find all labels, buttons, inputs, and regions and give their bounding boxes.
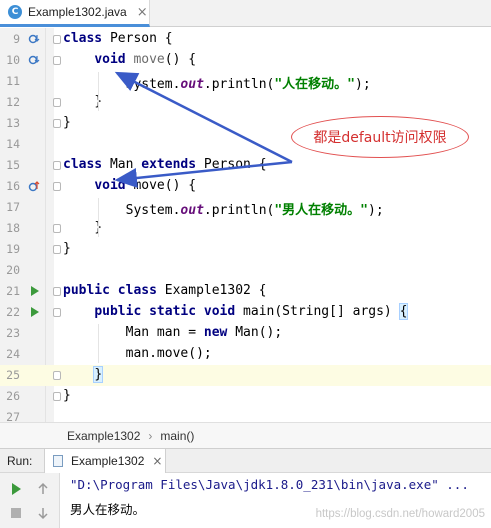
close-run-tab-icon[interactable]: × — [152, 454, 162, 468]
scroll-up-icon[interactable] — [36, 482, 50, 500]
arrow-to-man-move — [114, 160, 293, 188]
console-toolbar — [0, 473, 60, 528]
editor-tab-bar: C Example1302.java × — [0, 0, 491, 27]
tab-label: Example1302.java — [28, 5, 127, 19]
close-tab-icon[interactable]: × — [137, 5, 148, 20]
run-tab-label: Example1302 — [71, 454, 145, 468]
console-output-line: 男人在移动。 — [70, 502, 146, 517]
arrow-to-person-move — [114, 71, 293, 164]
watermark: https://blog.csdn.net/howard2005 — [315, 508, 485, 520]
console-command-line: "D:\Program Files\Java\jdk1.8.0_231\bin\… — [70, 477, 469, 492]
run-tool-window-header: Run: Example1302 × — [0, 448, 491, 473]
run-label: Run: — [7, 454, 33, 468]
breadcrumb-separator: › — [148, 428, 153, 443]
run-tab-example1302[interactable]: Example1302 × — [44, 449, 166, 473]
callout-text: 都是default访问权限 — [313, 130, 447, 146]
tab-example1302-java[interactable]: C Example1302.java × — [0, 0, 150, 27]
annotation-callout: 都是default访问权限 — [291, 116, 469, 158]
run-console[interactable]: "D:\Program Files\Java\jdk1.8.0_231\bin\… — [0, 473, 491, 528]
run-config-icon — [53, 455, 63, 467]
breadcrumb-item-method[interactable]: main() — [160, 429, 194, 443]
annotation-arrows — [114, 71, 293, 188]
scroll-down-icon[interactable] — [36, 506, 50, 524]
breadcrumb-item-class[interactable]: Example1302 — [67, 429, 140, 443]
java-class-icon: C — [8, 5, 22, 19]
code-editor[interactable]: 9 class Person { 10 void move() { 11 Sys… — [0, 28, 491, 424]
stop-icon[interactable] — [9, 506, 23, 524]
breadcrumb: Example1302 › main() — [0, 422, 491, 448]
rerun-icon[interactable] — [9, 482, 23, 500]
